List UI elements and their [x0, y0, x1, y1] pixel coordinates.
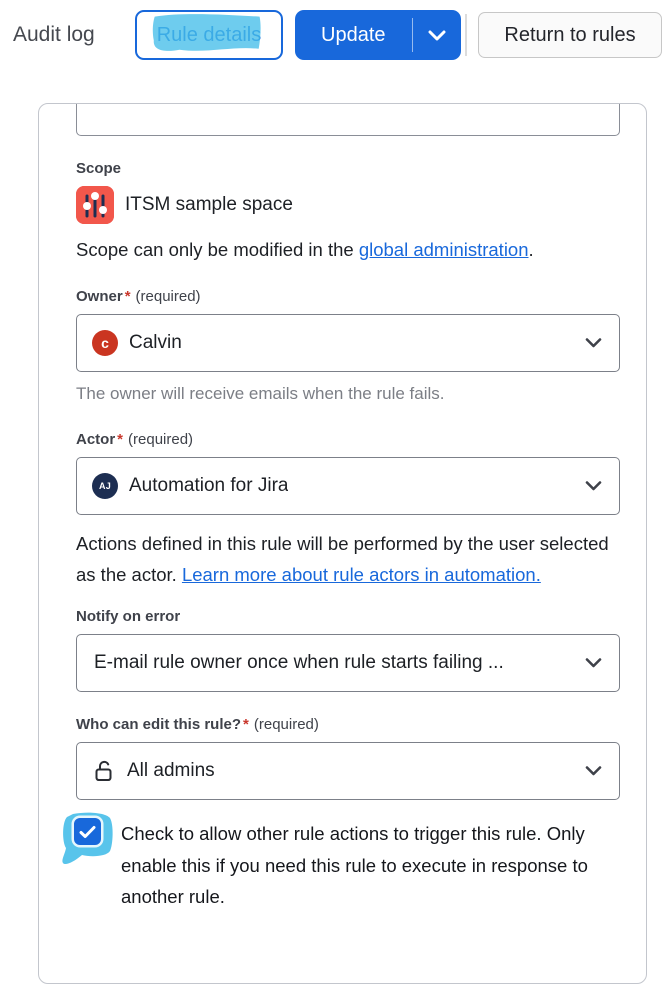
actor-label-text: Actor [76, 431, 115, 448]
chevron-down-icon [585, 481, 602, 491]
itsm-space-sliders-icon [76, 186, 114, 224]
who-can-edit-required-text: (required) [254, 716, 319, 733]
rule-details-button[interactable]: Rule details [135, 10, 283, 60]
actor-description: Actions defined in this rule will be per… [76, 528, 620, 590]
scope-space-name: ITSM sample space [125, 194, 293, 216]
allow-trigger-checkbox-wrap [74, 818, 121, 913]
rule-details-panel: Scope ITSM sample space Scope can only b… [38, 103, 647, 984]
toolbar-divider [465, 14, 467, 56]
unlock-icon [92, 759, 116, 783]
learn-more-rule-actors-link[interactable]: Learn more about rule actors in automati… [182, 564, 541, 585]
owner-avatar: c [92, 330, 118, 356]
who-can-edit-label-text: Who can edit this rule? [76, 716, 241, 733]
actor-label: Actor* (required) [76, 431, 620, 448]
owner-label-text: Owner [76, 288, 123, 305]
update-label: Update [321, 24, 386, 47]
scope-space-row: ITSM sample space [76, 186, 620, 224]
chevron-down-icon [585, 766, 602, 776]
return-to-rules-label: Return to rules [504, 24, 635, 47]
allow-trigger-text: Check to allow other rule actions to tri… [121, 818, 620, 913]
owner-required-star: * [123, 288, 131, 305]
who-can-edit-required-star: * [241, 716, 249, 733]
return-to-rules-button[interactable]: Return to rules [478, 12, 662, 58]
owner-helper-text: The owner will receive emails when the r… [76, 384, 620, 404]
actor-required-star: * [115, 431, 123, 448]
actor-required-text: (required) [128, 431, 193, 448]
update-button[interactable]: Update [295, 10, 412, 60]
allow-trigger-row: Check to allow other rule actions to tri… [76, 818, 620, 913]
scope-label: Scope [76, 160, 620, 177]
owner-select[interactable]: c Calvin [76, 314, 620, 372]
scope-note-period: . [529, 239, 534, 260]
scope-note-text: Scope can only be modified in the [76, 239, 359, 260]
notify-on-error-label: Notify on error [76, 608, 620, 625]
owner-required-text: (required) [136, 288, 201, 305]
who-can-edit-select[interactable]: All admins [76, 742, 620, 800]
allow-trigger-checkbox[interactable] [74, 818, 101, 845]
global-administration-link[interactable]: global administration [359, 239, 529, 260]
actor-avatar: AJ [92, 473, 118, 499]
rule-name-input[interactable] [76, 103, 620, 136]
scope-note: Scope can only be modified in the global… [76, 239, 620, 261]
chevron-down-icon [428, 30, 446, 41]
update-dropdown-button[interactable] [413, 10, 461, 60]
chevron-down-icon [585, 338, 602, 348]
actor-value: Automation for Jira [129, 475, 288, 497]
who-can-edit-value: All admins [127, 760, 215, 782]
notify-on-error-value: E-mail rule owner once when rule starts … [94, 652, 504, 674]
toolbar: Audit log Rule details Update Return to … [0, 0, 670, 70]
tab-audit-log[interactable]: Audit log [13, 23, 95, 47]
chevron-down-icon [585, 658, 602, 668]
who-can-edit-label: Who can edit this rule?* (required) [76, 716, 620, 733]
rule-details-label: Rule details [157, 24, 262, 47]
check-icon [79, 825, 96, 839]
owner-label: Owner* (required) [76, 288, 620, 305]
update-split-button: Update [295, 10, 461, 60]
notify-on-error-label-text: Notify on error [76, 608, 180, 625]
notify-on-error-select[interactable]: E-mail rule owner once when rule starts … [76, 634, 620, 692]
owner-value: Calvin [129, 332, 182, 354]
actor-select[interactable]: AJ Automation for Jira [76, 457, 620, 515]
